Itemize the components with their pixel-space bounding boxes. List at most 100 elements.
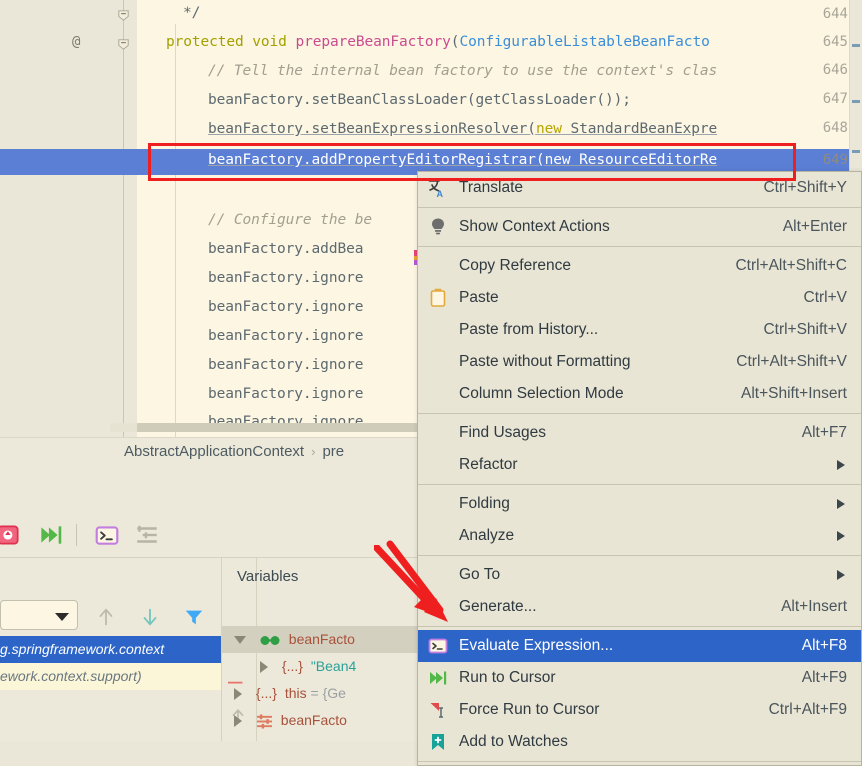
menu-separator bbox=[418, 555, 861, 556]
run-to-cursor-icon[interactable] bbox=[37, 522, 63, 548]
expand-triangle-right-icon[interactable] bbox=[234, 715, 242, 728]
code-line-648: beanFactory.setBeanExpressionResolver(ne… bbox=[208, 121, 717, 137]
code-token: beanFactory.ignore bbox=[208, 357, 364, 373]
variable-row[interactable]: {...} this = {Ge bbox=[222, 680, 418, 707]
menu-item-label: Translate bbox=[459, 179, 524, 196]
marker-stripe bbox=[852, 150, 860, 153]
translate-icon: A bbox=[428, 178, 444, 198]
menu-item-label: Force Run to Cursor bbox=[459, 701, 600, 718]
menu-item-shortcut: Alt+Enter bbox=[782, 218, 847, 235]
menu-item-shortcut: Alt+F7 bbox=[801, 424, 847, 441]
frame-row[interactable]: ework.context.support) bbox=[0, 663, 221, 690]
code-token: beanFactory.ignore bbox=[208, 386, 364, 402]
menu-item-shortcut: Ctrl+Alt+F9 bbox=[768, 701, 847, 718]
code-line-652: beanFactory.addBea bbox=[208, 241, 363, 257]
editor-gutter[interactable] bbox=[0, 0, 110, 437]
menu-item-find-usages[interactable]: Find Usages Alt+F7 bbox=[418, 417, 861, 449]
variables-title: Variables bbox=[237, 568, 299, 585]
context-menu[interactable]: A Translate Ctrl+Shift+Y Show Context Ac… bbox=[417, 171, 862, 766]
frame-label: g.springframework.context bbox=[0, 641, 165, 657]
menu-item-paste-from-history[interactable]: Paste from History... Ctrl+Shift+V bbox=[418, 314, 861, 346]
annotation-gutter-mark: @ bbox=[72, 34, 81, 50]
menu-item-label: Run to Cursor bbox=[459, 669, 556, 686]
code-token-keyword: protected void bbox=[166, 34, 296, 50]
code-token: */ bbox=[183, 5, 201, 21]
variable-row[interactable]: {...} "Bean4 bbox=[222, 653, 418, 680]
menu-item-shortcut: Ctrl+Alt+Shift+V bbox=[736, 353, 847, 370]
chevron-down-icon bbox=[55, 613, 69, 621]
frame-label: ework.context.support) bbox=[0, 668, 142, 684]
menu-item-label: Find Usages bbox=[459, 424, 547, 441]
code-token: beanFactory.addBea bbox=[208, 241, 364, 257]
code-line-651: // Configure the be bbox=[208, 212, 372, 228]
thread-selector[interactable] bbox=[0, 600, 78, 630]
submenu-arrow-icon bbox=[837, 460, 845, 470]
menu-item-analyze[interactable]: Analyze bbox=[418, 520, 861, 552]
menu-item-generate[interactable]: Generate... Alt+Insert bbox=[418, 591, 861, 623]
fold-marker-icon[interactable] bbox=[116, 37, 131, 52]
menu-item-force-run-to-cursor[interactable]: Force Run to Cursor Ctrl+Alt+F9 bbox=[418, 694, 861, 726]
menu-item-column-selection-mode[interactable]: Column Selection Mode Alt+Shift+Insert bbox=[418, 378, 861, 410]
menu-item-label: Evaluate Expression... bbox=[459, 637, 614, 654]
show-values-inline-icon[interactable] bbox=[134, 522, 160, 548]
menu-item-refactor[interactable]: Refactor bbox=[418, 449, 861, 481]
line-number: 647 bbox=[822, 91, 848, 107]
breadcrumb-method[interactable]: pre bbox=[322, 443, 344, 460]
menu-item-evaluate-expression[interactable]: Evaluate Expression... Alt+F8 bbox=[418, 630, 861, 662]
code-line-646: // Tell the internal bean factory to use… bbox=[208, 63, 717, 79]
variable-name: beanFacto bbox=[280, 712, 347, 728]
object-braces-icon: {...} bbox=[255, 685, 277, 701]
filter-icon[interactable] bbox=[183, 606, 205, 628]
variable-row[interactable]: beanFacto bbox=[222, 626, 418, 653]
menu-item-translate[interactable]: A Translate Ctrl+Shift+Y bbox=[418, 172, 861, 204]
variable-row[interactable]: beanFacto bbox=[222, 707, 418, 734]
menu-item-show-context-actions[interactable]: Show Context Actions Alt+Enter bbox=[418, 211, 861, 243]
submenu-arrow-icon bbox=[837, 531, 845, 541]
expand-triangle-down-icon[interactable] bbox=[234, 636, 246, 645]
line-number: 646 bbox=[822, 62, 848, 78]
evaluate-expression-icon bbox=[428, 638, 448, 654]
menu-item-folding[interactable]: Folding bbox=[418, 488, 861, 520]
menu-item-label: Folding bbox=[459, 495, 510, 512]
fold-marker-icon[interactable] bbox=[116, 8, 131, 23]
fold-vertical-line bbox=[123, 0, 124, 437]
sort-up-icon[interactable] bbox=[95, 606, 117, 628]
variable-name: this bbox=[284, 685, 307, 701]
menu-separator bbox=[418, 246, 861, 247]
marker-stripe bbox=[852, 100, 860, 103]
breadcrumb-class[interactable]: AbstractApplicationContext bbox=[124, 443, 304, 460]
submenu-arrow-icon bbox=[837, 570, 845, 580]
menu-item-paste[interactable]: Paste Ctrl+V bbox=[418, 282, 861, 314]
menu-item-add-to-watches[interactable]: Add to Watches bbox=[418, 726, 861, 758]
code-folding-column[interactable] bbox=[110, 0, 137, 437]
expand-triangle-right-icon[interactable] bbox=[234, 688, 242, 701]
code-token: beanFactory.ignore bbox=[208, 270, 364, 286]
object-braces-icon: {...} bbox=[281, 658, 303, 674]
menu-item-shortcut: Alt+Insert bbox=[781, 598, 847, 615]
menu-item-copy-reference[interactable]: Copy Reference Ctrl+Alt+Shift+C bbox=[418, 250, 861, 282]
frame-row-selected[interactable]: g.springframework.context bbox=[0, 636, 221, 663]
menu-item-shortcut: Alt+Shift+Insert bbox=[741, 385, 847, 402]
lightbulb-icon bbox=[432, 218, 444, 235]
code-token: ResourceEditorRe bbox=[570, 152, 718, 168]
code-line-645: protected void prepareBeanFactory(Config… bbox=[166, 34, 710, 50]
mute-breakpoints-icon[interactable] bbox=[0, 522, 22, 548]
evaluate-expression-icon[interactable] bbox=[94, 522, 120, 548]
editor-hscroll-thumb[interactable] bbox=[137, 423, 417, 432]
menu-item-shortcut: Ctrl+Shift+Y bbox=[763, 179, 847, 196]
run-to-cursor-icon bbox=[430, 671, 447, 685]
menu-item-run-to-cursor[interactable]: Run to Cursor Alt+F9 bbox=[418, 662, 861, 694]
menu-item-label: Copy Reference bbox=[459, 257, 572, 274]
add-to-watches-icon bbox=[432, 734, 444, 750]
svg-text:A: A bbox=[437, 189, 444, 198]
code-token-method: prepareBeanFactory bbox=[295, 34, 451, 50]
variable-value: = {Ge bbox=[306, 685, 346, 701]
force-run-to-cursor-icon bbox=[430, 703, 443, 718]
field-icon bbox=[256, 714, 272, 729]
menu-item-label: Column Selection Mode bbox=[459, 385, 624, 402]
sort-down-icon[interactable] bbox=[139, 606, 161, 628]
line-number-current: 649 bbox=[822, 152, 848, 168]
menu-item-paste-without-formatting[interactable]: Paste without Formatting Ctrl+Alt+Shift+… bbox=[418, 346, 861, 378]
menu-item-go-to[interactable]: Go To bbox=[418, 559, 861, 591]
expand-triangle-right-icon[interactable] bbox=[260, 661, 268, 674]
